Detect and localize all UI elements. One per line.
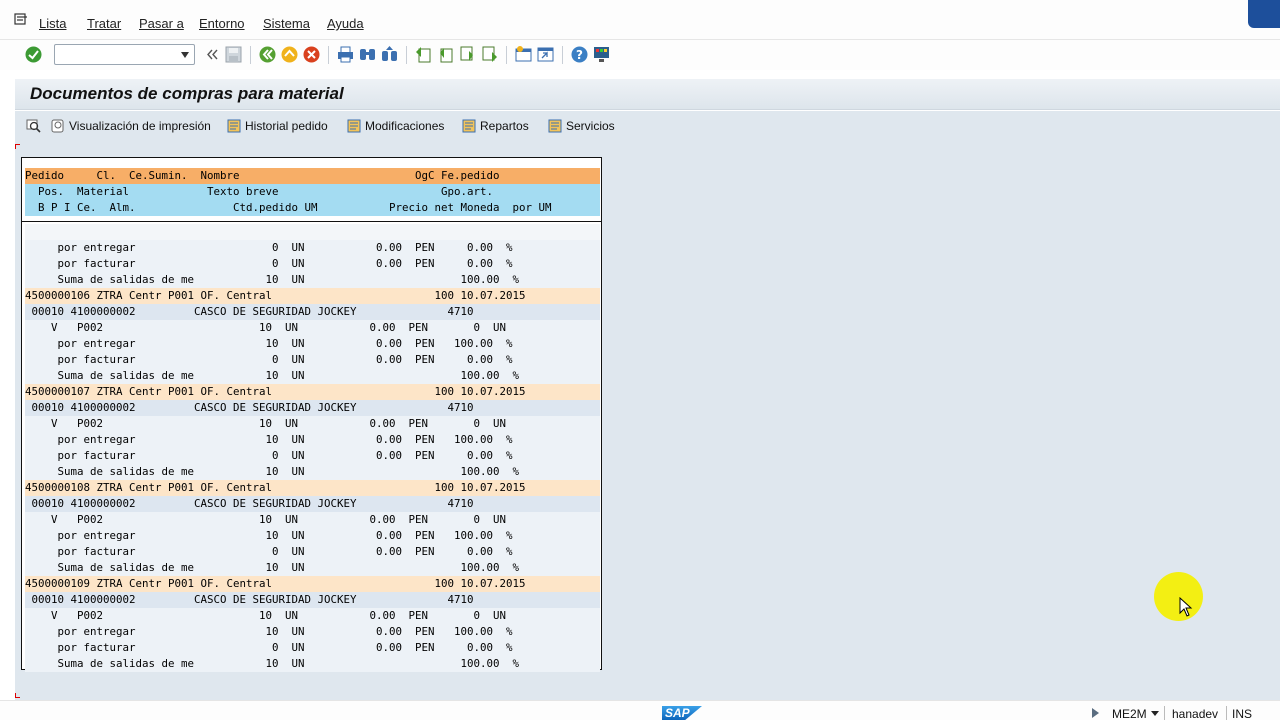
list-row[interactable]: Suma de salidas de me 10 UN 100.00 % [25, 272, 600, 288]
toolbar-separator [406, 46, 407, 64]
print-preview-icon [51, 119, 64, 133]
print-icon[interactable] [336, 45, 355, 64]
insert-mode[interactable]: INS [1232, 707, 1252, 720]
list-row[interactable]: por entregar 10 UN 0.00 PEN 100.00 % [25, 624, 600, 640]
list-row-item[interactable]: 00010 4100000002 CASCO DE SEGURIDAD JOCK… [25, 304, 600, 320]
chevron-down-icon[interactable] [181, 52, 189, 58]
list-row[interactable]: por entregar 10 UN 0.00 PEN 100.00 % [25, 432, 600, 448]
services-button[interactable]: Servicios [548, 119, 615, 135]
shortcut-icon[interactable] [536, 45, 555, 64]
document-list-icon [548, 119, 562, 133]
list-divider [22, 221, 601, 222]
cursor-icon [1179, 597, 1193, 617]
menu-lista[interactable]: Lista [39, 16, 66, 31]
back-double-icon[interactable] [203, 45, 222, 64]
purchasing-documents-list[interactable]: Pedido Cl. Ce.Sumin. Nombre OgC Fe.pedid… [21, 157, 602, 672]
toolbar-separator [250, 46, 251, 64]
corner-mark [15, 144, 20, 149]
list-row[interactable]: por facturar 0 UN 0.00 PEN 0.00 % [25, 256, 600, 272]
list-row[interactable]: V P002 10 UN 0.00 PEN 0 UN [25, 320, 600, 336]
page-title: Documentos de compras para material [30, 84, 344, 103]
transaction-code[interactable]: ME2M [1112, 707, 1147, 720]
svg-text:?: ? [576, 48, 583, 62]
back-icon[interactable] [258, 45, 277, 64]
chevron-down-icon[interactable] [1151, 711, 1159, 716]
list-row[interactable]: por entregar 10 UN 0.00 PEN 100.00 % [25, 528, 600, 544]
list-row-item[interactable]: 00010 4100000002 CASCO DE SEGURIDAD JOCK… [25, 496, 600, 512]
prev-page-icon[interactable] [436, 45, 455, 64]
menu-ayuda[interactable]: Ayuda [327, 16, 364, 31]
list-header-row: Pedido Cl. Ce.Sumin. Nombre OgC Fe.pedid… [25, 168, 600, 184]
menu-tratar[interactable]: Tratar [87, 16, 121, 31]
list-header-row: B P I Ce. Alm. Ctd.pedido UM Precio net … [25, 200, 600, 216]
menu-entorno[interactable]: Entorno [199, 16, 245, 31]
play-icon[interactable] [1092, 708, 1099, 718]
document-list-icon [462, 119, 476, 133]
list-row[interactable]: Suma de salidas de me 10 UN 100.00 % [25, 464, 600, 480]
menu-pasar-a[interactable]: Pasar a [139, 16, 184, 31]
list-row-document[interactable]: 4500000107 ZTRA Centr P001 OF. Central 1… [25, 384, 600, 400]
list-row-item[interactable]: 00010 4100000002 CASCO DE SEGURIDAD JOCK… [25, 592, 600, 608]
menu-icon[interactable] [14, 13, 28, 25]
standard-toolbar: ? [0, 40, 1280, 70]
list-row[interactable]: por entregar 10 UN 0.00 PEN 100.00 % [25, 336, 600, 352]
list-row-document[interactable]: 4500000106 ZTRA Centr P001 OF. Central 1… [25, 288, 600, 304]
menu-bar: Lista Tratar Pasar a Entorno Sistema Ayu… [0, 0, 1280, 40]
list-row[interactable]: Suma de salidas de me 10 UN 100.00 % [25, 368, 600, 384]
order-history-button[interactable]: Historial pedido [227, 119, 328, 135]
toolbar-separator [562, 46, 563, 64]
find-icon[interactable] [358, 45, 377, 64]
last-page-icon[interactable] [480, 45, 499, 64]
document-list-icon [227, 119, 241, 133]
print-preview-button[interactable]: Visualización de impresión [51, 119, 211, 135]
list-row[interactable]: por facturar 0 UN 0.00 PEN 0.00 % [25, 544, 600, 560]
application-toolbar: Visualización de impresión Historial ped… [15, 111, 1280, 143]
window-control[interactable] [1248, 0, 1280, 28]
cancel-icon[interactable] [302, 45, 321, 64]
status-separator [1164, 706, 1165, 720]
find-next-icon[interactable] [380, 45, 399, 64]
create-session-icon[interactable] [514, 45, 533, 64]
document-list-icon [347, 119, 361, 133]
sap-logo: SAP [662, 706, 702, 720]
magnifier-icon [26, 119, 41, 133]
list-row[interactable] [25, 224, 600, 240]
list-row-item[interactable]: 00010 4100000002 CASCO DE SEGURIDAD JOCK… [25, 400, 600, 416]
list-row[interactable]: por facturar 0 UN 0.00 PEN 0.00 % [25, 448, 600, 464]
changes-button[interactable]: Modificaciones [347, 119, 444, 135]
menu-sistema[interactable]: Sistema [263, 16, 310, 31]
list-row[interactable]: Suma de salidas de me 10 UN 100.00 % [25, 560, 600, 576]
toolbar-separator [328, 46, 329, 64]
list-row[interactable]: por entregar 0 UN 0.00 PEN 0.00 % [25, 240, 600, 256]
list-row[interactable]: V P002 10 UN 0.00 PEN 0 UN [25, 416, 600, 432]
toolbar-separator [506, 46, 507, 64]
list-row-document[interactable]: 4500000108 ZTRA Centr P001 OF. Central 1… [25, 480, 600, 496]
customize-icon[interactable] [592, 45, 611, 64]
list-row[interactable]: V P002 10 UN 0.00 PEN 0 UN [25, 608, 600, 624]
list-row-document[interactable]: 4500000109 ZTRA Centr P001 OF. Central 1… [25, 576, 600, 592]
list-row[interactable]: Suma de salidas de me 10 UN 100.00 % [25, 656, 600, 672]
corner-mark [15, 693, 20, 698]
first-page-icon[interactable] [414, 45, 433, 64]
command-field[interactable] [54, 44, 195, 65]
status-separator [1226, 706, 1227, 720]
list-header-row: Pos. Material Texto breve Gpo.art. [25, 184, 600, 200]
status-bar: SAP ME2M hanadev INS [0, 700, 1280, 720]
system-name: hanadev [1172, 707, 1219, 720]
list-row[interactable]: V P002 10 UN 0.00 PEN 0 UN [25, 512, 600, 528]
schedule-lines-button[interactable]: Repartos [462, 119, 529, 135]
next-page-icon[interactable] [458, 45, 477, 64]
save-icon[interactable] [224, 45, 243, 64]
list-row[interactable]: por facturar 0 UN 0.00 PEN 0.00 % [25, 640, 600, 656]
help-icon[interactable]: ? [570, 45, 589, 64]
title-bar: Documentos de compras para material [15, 79, 1280, 110]
check-icon[interactable] [24, 45, 43, 64]
detail-button[interactable] [26, 119, 44, 135]
list-row[interactable]: por facturar 0 UN 0.00 PEN 0.00 % [25, 352, 600, 368]
exit-icon[interactable] [280, 45, 299, 64]
